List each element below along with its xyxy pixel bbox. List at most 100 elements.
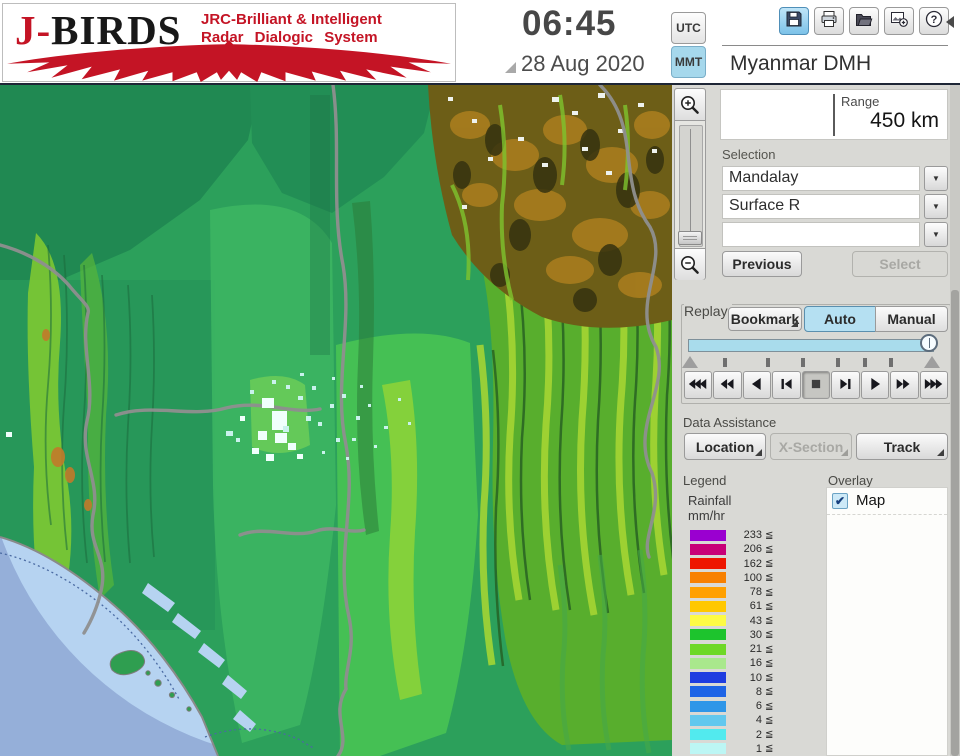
legend-comparator: ≦	[765, 558, 774, 570]
collapse-panel-icon[interactable]	[946, 16, 954, 28]
export-image-button[interactable]	[884, 7, 914, 35]
help-button[interactable]: ?	[919, 7, 949, 35]
selection-dropdown-row: ▼	[722, 222, 948, 247]
select-button[interactable]: Select	[852, 251, 948, 277]
range-divider	[833, 94, 835, 136]
play-reverse-button[interactable]	[742, 371, 772, 399]
legend-entry: 100 ≦	[690, 571, 808, 585]
control-panel: Range 450 km Selection Mandalay ▼ Surface …	[672, 85, 960, 756]
open-folder-icon	[854, 9, 874, 34]
data-assistance-label: Data Assistance	[683, 415, 777, 430]
legend-value: 78	[749, 586, 762, 599]
utc-button[interactable]: UTC	[671, 12, 706, 44]
x-section-button[interactable]: X-Section	[770, 433, 852, 460]
dropdown-arrow-icon[interactable]: ▼	[924, 166, 948, 191]
legend-swatch	[690, 558, 726, 570]
jbirds-application: J-BIRDS JRC-Brilliant & Intelligent Rada…	[0, 0, 960, 756]
dropdown-arrow-icon[interactable]: ▼	[924, 222, 948, 247]
print-button[interactable]	[814, 7, 844, 35]
zoom-out-button[interactable]	[675, 248, 705, 280]
legend-comparator: ≦	[765, 657, 774, 669]
fast-rewind-button[interactable]	[684, 371, 713, 399]
save-icon	[784, 9, 804, 34]
legend-value: 1	[755, 742, 762, 755]
bookmark-button[interactable]: Bookmark	[728, 307, 802, 331]
mmt-button[interactable]: MMT	[671, 46, 706, 78]
checkbox-map[interactable]: ✔	[832, 492, 848, 509]
svg-text:?: ?	[931, 14, 938, 26]
overlay-label: Overlay	[828, 473, 873, 488]
replay-slider-thumb[interactable]	[920, 334, 938, 352]
panel-scrollbar[interactable]	[950, 85, 960, 756]
legend-swatch	[690, 672, 726, 684]
legend-value: 8	[755, 685, 762, 698]
open-folder-button[interactable]	[849, 7, 879, 35]
selection-field-1[interactable]: Mandalay	[722, 166, 920, 191]
dropdown-arrow-icon[interactable]: ▼	[924, 194, 948, 219]
step-forward-button[interactable]	[831, 371, 860, 399]
radar-map[interactable]	[0, 85, 672, 756]
fast-forward-button[interactable]	[919, 371, 948, 399]
legend-value: 30	[749, 628, 762, 641]
help-icon: ?	[924, 9, 944, 34]
legend-entry: 8 ≦	[690, 685, 808, 699]
fast-forward-icon	[923, 373, 945, 398]
location-button[interactable]: Location	[684, 433, 766, 460]
legend-entry: 43 ≦	[690, 614, 808, 628]
selection-field-3[interactable]	[722, 222, 920, 247]
auto-button[interactable]: Auto	[804, 306, 876, 332]
logo-banner: J-BIRDS JRC-Brilliant & Intelligent Rada…	[2, 3, 456, 82]
legend-entry: 162 ≦	[690, 557, 808, 571]
step-back-button[interactable]	[772, 371, 801, 399]
legend-swatch	[690, 629, 726, 641]
step-back-icon	[776, 373, 798, 398]
legend-comparator: ≦	[765, 672, 774, 684]
legend-quantity: Rainfall	[688, 493, 732, 508]
stop-icon	[805, 373, 827, 398]
legend-entry: 10 ≦	[690, 671, 808, 685]
legend-value: 100	[743, 571, 762, 584]
zoom-in-button[interactable]	[675, 89, 705, 121]
legend-comparator: ≦	[765, 629, 774, 641]
selection-label: Selection	[722, 147, 776, 162]
rewind-button[interactable]	[713, 371, 742, 399]
panel-scrollbar-thumb[interactable]	[951, 290, 959, 756]
print-icon	[819, 9, 839, 34]
legend-value: 206	[743, 543, 762, 556]
selection-field-2[interactable]: Surface R	[722, 194, 920, 219]
replay-slider-track[interactable]	[688, 339, 934, 352]
legend-label: Legend	[683, 473, 727, 488]
legend-value: 21	[749, 643, 762, 656]
legend-unit: mm/hr	[688, 508, 725, 523]
replay-group: Replay Bookmark Auto Manual	[681, 303, 951, 404]
slider-end-marker	[924, 356, 940, 368]
timezone-toggle: UTC MMT	[671, 12, 706, 80]
legend-value: 4	[755, 714, 762, 727]
play-reverse-icon	[746, 373, 768, 398]
legend-value: 43	[749, 614, 762, 627]
play-button[interactable]	[860, 371, 890, 399]
track-button[interactable]: Track	[856, 433, 948, 460]
legend-entry: 4 ≦	[690, 713, 808, 727]
zoom-slider-track[interactable]	[679, 125, 703, 247]
radar-map-viewport[interactable]	[0, 85, 672, 756]
legend-value: 2	[755, 728, 762, 741]
forward-icon	[893, 373, 915, 398]
legend-swatch	[690, 643, 726, 655]
stop-button[interactable]	[801, 371, 831, 399]
legend-swatch	[690, 615, 726, 627]
save-button[interactable]	[779, 7, 809, 35]
magnifier-plus-icon	[681, 95, 699, 114]
legend-value: 233	[743, 529, 762, 542]
overlay-row-map: ✔ Map	[827, 488, 947, 515]
manual-button[interactable]: Manual	[875, 306, 948, 332]
legend-comparator: ≦	[765, 686, 774, 698]
clock-time: 06:45	[522, 4, 617, 43]
selection-dropdown-row: Mandalay ▼	[722, 166, 948, 191]
legend-value: 16	[749, 657, 762, 670]
forward-button[interactable]	[890, 371, 919, 399]
playback-controls	[684, 371, 948, 399]
range-display: Range 450 km	[720, 89, 948, 140]
previous-button[interactable]: Previous	[722, 251, 802, 277]
zoom-slider-thumb[interactable]	[678, 231, 702, 245]
